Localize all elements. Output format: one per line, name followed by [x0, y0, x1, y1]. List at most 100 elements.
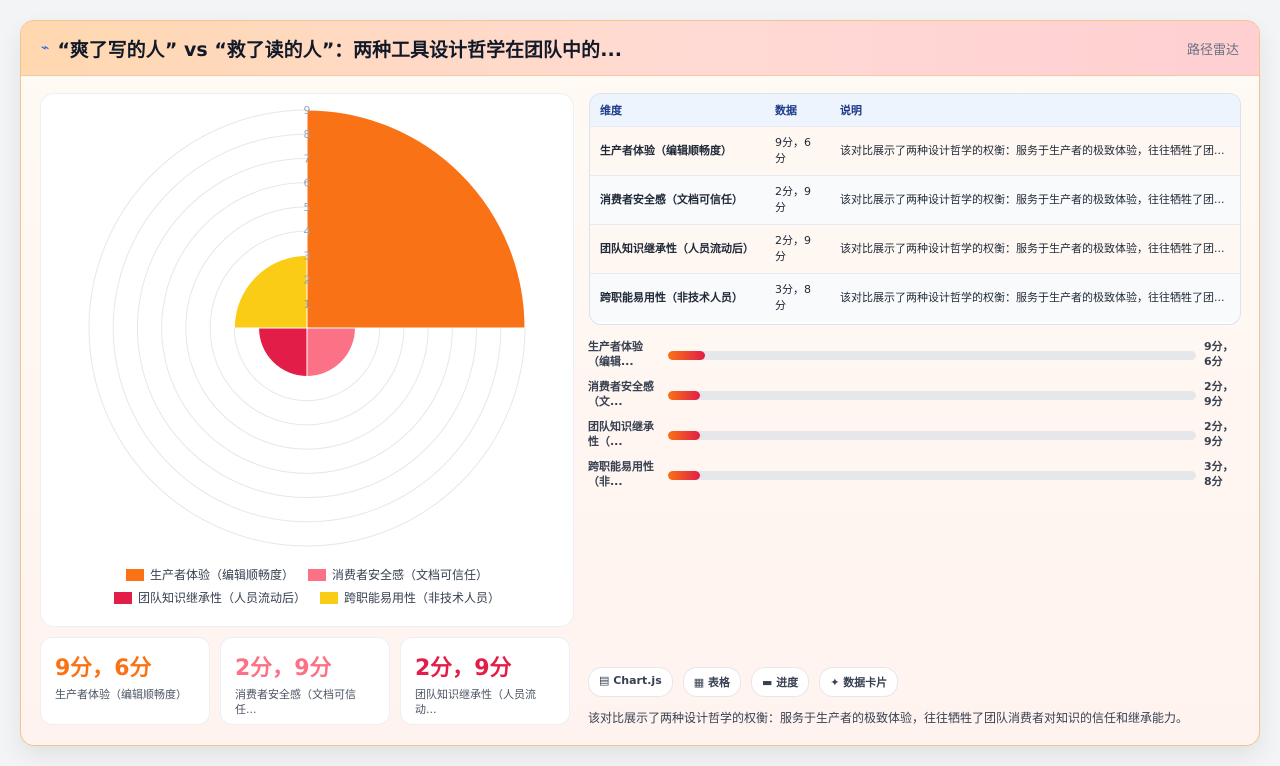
polar-slice[interactable]	[233, 254, 308, 329]
tag-chip[interactable]: ✦ 数据卡片	[819, 667, 899, 697]
table-row: 团队知识继承性（人员流动后） 2分，9分 该对比展示了两种设计哲学的权衡：服务于…	[590, 224, 1240, 273]
tick-label: 2	[304, 274, 311, 287]
kpi-value: 2分，9分	[415, 656, 512, 681]
table-row: 生产者体验（编辑顺畅度） 9分，6分 该对比展示了两种设计哲学的权衡：服务于生产…	[590, 126, 1240, 175]
progress-row: 跨职能易用性（非... 3分，8分	[588, 455, 1238, 495]
table-header-dimension: 维度	[600, 103, 622, 117]
cell-note: 该对比展示了两种设计哲学的权衡：服务于生产者的极致体验，往往牺牲了团...	[840, 143, 1225, 157]
legend-item[interactable]: 团队知识继承性（人员流动后）	[113, 589, 306, 606]
progress-label: 跨职能易用性（非...	[588, 460, 654, 488]
kpi-value: 2分，9分	[235, 656, 332, 681]
legend-label: 消费者安全感（文档可信任）	[332, 568, 489, 582]
legend-label: 团队知识继承性（人员流动后）	[137, 591, 306, 605]
tag-label: Chart.js	[613, 674, 662, 687]
table-icon: ▦	[693, 676, 708, 689]
progress-fill	[668, 390, 700, 400]
chart-type-label: 路径雷达	[1186, 42, 1239, 58]
tick-label: 5	[304, 201, 311, 214]
tag-label: 数据卡片	[843, 676, 888, 689]
tech-tags: ▤ Chart.js ▦ 表格 ▬ 进度 ✦ 数据卡片	[588, 667, 899, 697]
polar-area-chart: 1 2 3 4 5 6 7 8 9	[88, 104, 526, 547]
tick-label: 4	[304, 225, 311, 238]
cell-note: 该对比展示了两种设计哲学的权衡：服务于生产者的极致体验，往往牺牲了团...	[840, 241, 1225, 255]
tag-chip[interactable]: ▦ 表格	[682, 667, 741, 697]
table-header-data: 数据	[775, 103, 797, 117]
table-row: 消费者安全感（文档可信任） 2分，9分 该对比展示了两种设计哲学的权衡：服务于生…	[590, 175, 1240, 224]
tick-label: 8	[304, 128, 311, 141]
legend-swatch	[113, 591, 132, 604]
progress-row: 消费者安全感（文... 2分，9分	[588, 375, 1238, 415]
progress-value: 2分，9分	[1204, 380, 1234, 408]
tick-label: 3	[304, 249, 311, 262]
legend-item[interactable]: 消费者安全感（文档可信任）	[308, 566, 488, 583]
polar-slice[interactable]	[306, 109, 526, 329]
progress-fill	[668, 430, 700, 440]
summary-text: 该对比展示了两种设计哲学的权衡：服务于生产者的极致体验，往往牺牲了团队消费者对知…	[588, 711, 1189, 725]
cell-dimension: 团队知识继承性（人员流动后）	[600, 241, 754, 255]
cell-data: 2分，9分	[775, 184, 811, 214]
legend-swatch	[320, 591, 338, 604]
tag-label: 进度	[776, 676, 799, 689]
tag-label: 表格	[707, 676, 730, 689]
kpi-card: 2分，9分团队知识继承性（人员流动...	[400, 637, 570, 725]
progress-label: 消费者安全感（文...	[588, 380, 654, 408]
kpi-cards: 9分，6分 生产者体验（编辑顺畅度） 2分，9分 消费者安全感（文档可信任... 2分，…	[40, 637, 570, 725]
tick-label: 7	[304, 152, 311, 165]
progress-value: 3分，8分	[1204, 460, 1234, 488]
progress-track	[668, 350, 1196, 360]
cell-dimension: 生产者体验（编辑顺畅度）	[600, 143, 732, 157]
polar-chart-panel: 1 2 3 4 5 6 7 8 9 生产者体验（编辑顺畅度） 消费者安全感（文档可信任） 团队知识继…	[40, 93, 574, 627]
progress-icon: ▬	[761, 676, 777, 689]
chart-card: ⌁ “爽了写的人” vs “救了读的人”：两种工具设计哲学在团队中的... 路径…	[20, 20, 1260, 746]
progress-label: 团队知识继承性（...	[588, 420, 654, 448]
legend-label: 跨职能易用性（非技术人员）	[344, 591, 501, 605]
polar-slice[interactable]	[306, 327, 356, 377]
progress-track	[668, 390, 1196, 400]
kpi-value: 9分，6分	[55, 656, 152, 681]
monitor-icon: ▤	[599, 674, 614, 687]
tag-chip[interactable]: ▬ 进度	[750, 667, 810, 697]
tick-label: 1	[304, 298, 311, 311]
legend-swatch	[308, 568, 326, 581]
cell-data: 9分，6分	[775, 135, 811, 165]
legend-item[interactable]: 生产者体验（编辑顺畅度）	[125, 566, 294, 583]
progress-row: 团队知识继承性（... 2分，9分	[588, 415, 1238, 455]
data-table-wrap: 维度 数据 说明 生产者体验（编辑顺畅度） 9分，6分 该对比展示了两种设计哲学…	[589, 93, 1241, 325]
kpi-card: 2分，9分消费者安全感（文档可信任...	[220, 637, 390, 725]
page-title: “爽了写的人” vs “救了读的人”：两种工具设计哲学在团队中的...	[57, 38, 622, 61]
table-row: 跨职能易用性（非技术人员） 3分，8分 该对比展示了两种设计哲学的权衡：服务于生…	[590, 273, 1240, 322]
kpi-label: 团队知识继承性（人员流动...	[415, 688, 536, 716]
chart-legend: 生产者体验（编辑顺畅度） 消费者安全感（文档可信任） 团队知识继承性（人员流动后） 跨…	[41, 566, 573, 606]
legend-item[interactable]: 跨职能易用性（非技术人员）	[320, 589, 500, 606]
kpi-label: 生产者体验（编辑顺畅度）	[55, 688, 187, 701]
cell-dimension: 跨职能易用性（非技术人员）	[600, 290, 743, 304]
cell-note: 该对比展示了两种设计哲学的权衡：服务于生产者的极致体验，往往牺牲了团...	[840, 192, 1225, 206]
table-header-note: 说明	[840, 103, 862, 117]
cell-data: 2分，9分	[775, 233, 811, 263]
polar-slice[interactable]	[258, 327, 308, 377]
legend-label: 生产者体验（编辑顺畅度）	[149, 568, 294, 582]
title-wrap: ⌁ “爽了写的人” vs “救了读的人”：两种工具设计哲学在团队中的...	[41, 35, 622, 62]
legend-swatch	[125, 568, 144, 581]
lightning-icon: ⌁	[41, 40, 50, 56]
progress-value: 2分，9分	[1204, 420, 1234, 448]
progress-bars: 生产者体验（编辑... 9分，6分 消费者安全感（文... 2分，9分 团队知识继承性（…	[588, 335, 1238, 495]
tag-chip[interactable]: ▤ Chart.js	[588, 667, 673, 697]
progress-label: 生产者体验（编辑...	[588, 340, 643, 368]
sparkle-icon: ✦	[830, 676, 844, 689]
progress-row: 生产者体验（编辑... 9分，6分	[588, 335, 1238, 375]
kpi-card: 9分，6分生产者体验（编辑顺畅度）	[40, 637, 210, 725]
progress-fill	[668, 470, 700, 480]
progress-fill	[668, 350, 705, 360]
progress-value: 9分，6分	[1204, 340, 1234, 368]
progress-track	[668, 470, 1196, 480]
cell-data: 3分，8分	[775, 282, 811, 312]
table-header-row: 维度 数据 说明	[590, 94, 1240, 126]
tick-label: 9	[304, 104, 311, 117]
progress-track	[668, 430, 1196, 440]
kpi-label: 消费者安全感（文档可信任...	[235, 688, 356, 716]
data-table: 维度 数据 说明 生产者体验（编辑顺畅度） 9分，6分 该对比展示了两种设计哲学…	[590, 94, 1240, 322]
card-header: ⌁ “爽了写的人” vs “救了读的人”：两种工具设计哲学在团队中的... 路径…	[21, 21, 1259, 76]
cell-note: 该对比展示了两种设计哲学的权衡：服务于生产者的极致体验，往往牺牲了团...	[840, 290, 1225, 304]
cell-dimension: 消费者安全感（文档可信任）	[600, 192, 743, 206]
